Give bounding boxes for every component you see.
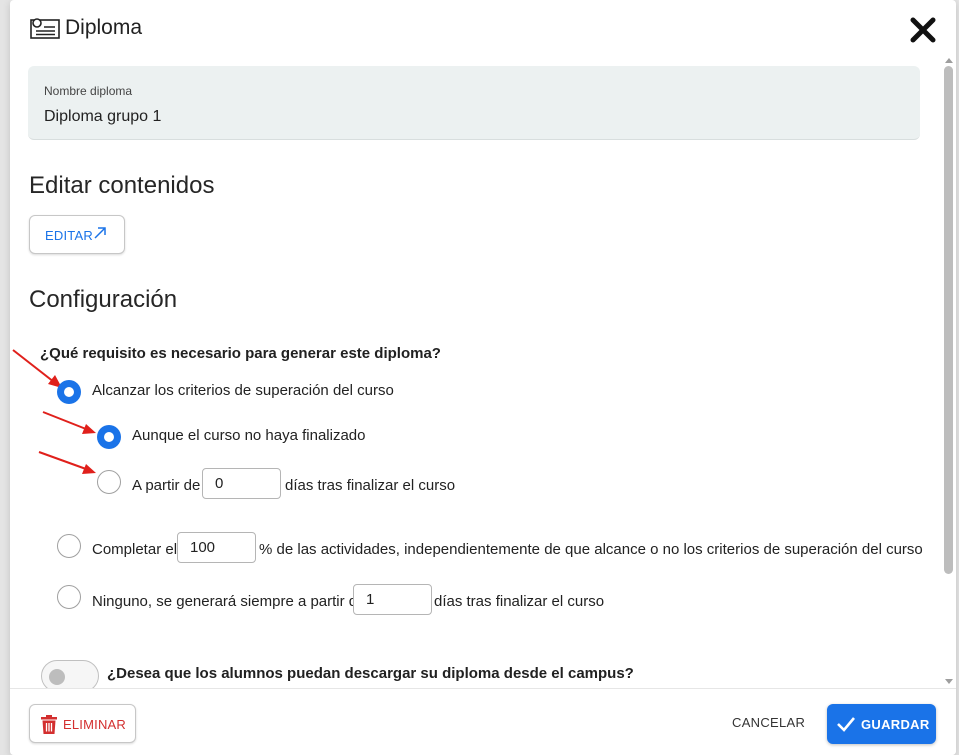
requirement-question: ¿Qué requisito es necesario para generar… (40, 345, 441, 362)
save-button-label: GUARDAR (861, 717, 930, 732)
option-criteria-label: Alcanzar los criterios de superación del… (92, 382, 394, 399)
cancel-button[interactable]: CANCELAR (732, 715, 805, 730)
certificate-icon (30, 18, 60, 39)
radio-complete-pct[interactable] (57, 534, 81, 558)
diploma-name-field[interactable]: Nombre diploma Diploma grupo 1 (28, 66, 920, 140)
option-after-days-prefix: A partir de (132, 477, 201, 494)
download-toggle[interactable] (41, 660, 99, 688)
radio-none[interactable] (57, 585, 81, 609)
none-days-input[interactable] (353, 584, 432, 615)
annotation-arrow-2 (42, 411, 96, 434)
download-toggle-label: ¿Desea que los alumnos puedan descargar … (107, 665, 634, 682)
scroll-up-icon[interactable] (945, 58, 953, 63)
diploma-dialog: Diploma Nombre diploma Diploma grupo 1 E… (10, 0, 956, 755)
edit-button[interactable]: EDITAR (29, 215, 125, 254)
option-complete-pct-suffix: % de las actividades, independientemente… (259, 541, 923, 558)
scroll-thumb[interactable] (944, 66, 953, 574)
radio-not-finished[interactable] (97, 425, 121, 449)
diploma-name-label: Nombre diploma (44, 84, 133, 98)
option-after-days-suffix: días tras finalizar el curso (285, 477, 456, 494)
trash-icon (41, 715, 57, 734)
close-icon[interactable] (908, 15, 938, 45)
edit-contents-heading: Editar contenidos (29, 172, 215, 199)
edit-button-label: EDITAR (45, 228, 93, 243)
option-complete-pct-prefix: Completar el (92, 541, 178, 558)
scrollbar[interactable] (941, 56, 956, 688)
diploma-name-value[interactable]: Diploma grupo 1 (44, 108, 161, 126)
complete-pct-input[interactable] (177, 532, 256, 563)
dialog-header: Diploma (10, 0, 956, 56)
check-icon (837, 717, 855, 732)
after-days-input[interactable] (202, 468, 281, 499)
option-none-prefix: Ninguno, se generará siempre a partir de (92, 593, 366, 610)
radio-after-days[interactable] (97, 470, 121, 494)
scroll-down-icon[interactable] (945, 679, 953, 684)
delete-button-label: ELIMINAR (63, 717, 127, 732)
dialog-title: Diploma (65, 16, 143, 39)
backdrop (0, 0, 10, 755)
option-not-finished-label: Aunque el curso no haya finalizado (132, 427, 366, 444)
delete-button[interactable]: ELIMINAR (29, 704, 136, 743)
configuration-heading: Configuración (29, 286, 178, 313)
save-button[interactable]: GUARDAR (827, 704, 936, 744)
external-arrow-icon (94, 227, 106, 239)
option-none-suffix: días tras finalizar el curso (434, 593, 605, 610)
radio-criteria[interactable] (57, 380, 81, 404)
toggle-knob (49, 669, 65, 685)
dialog-content[interactable]: Nombre diploma Diploma grupo 1 Editar co… (10, 56, 945, 688)
annotation-arrow-3 (38, 451, 96, 474)
dialog-footer: ELIMINAR CANCELAR GUARDAR (10, 688, 956, 755)
